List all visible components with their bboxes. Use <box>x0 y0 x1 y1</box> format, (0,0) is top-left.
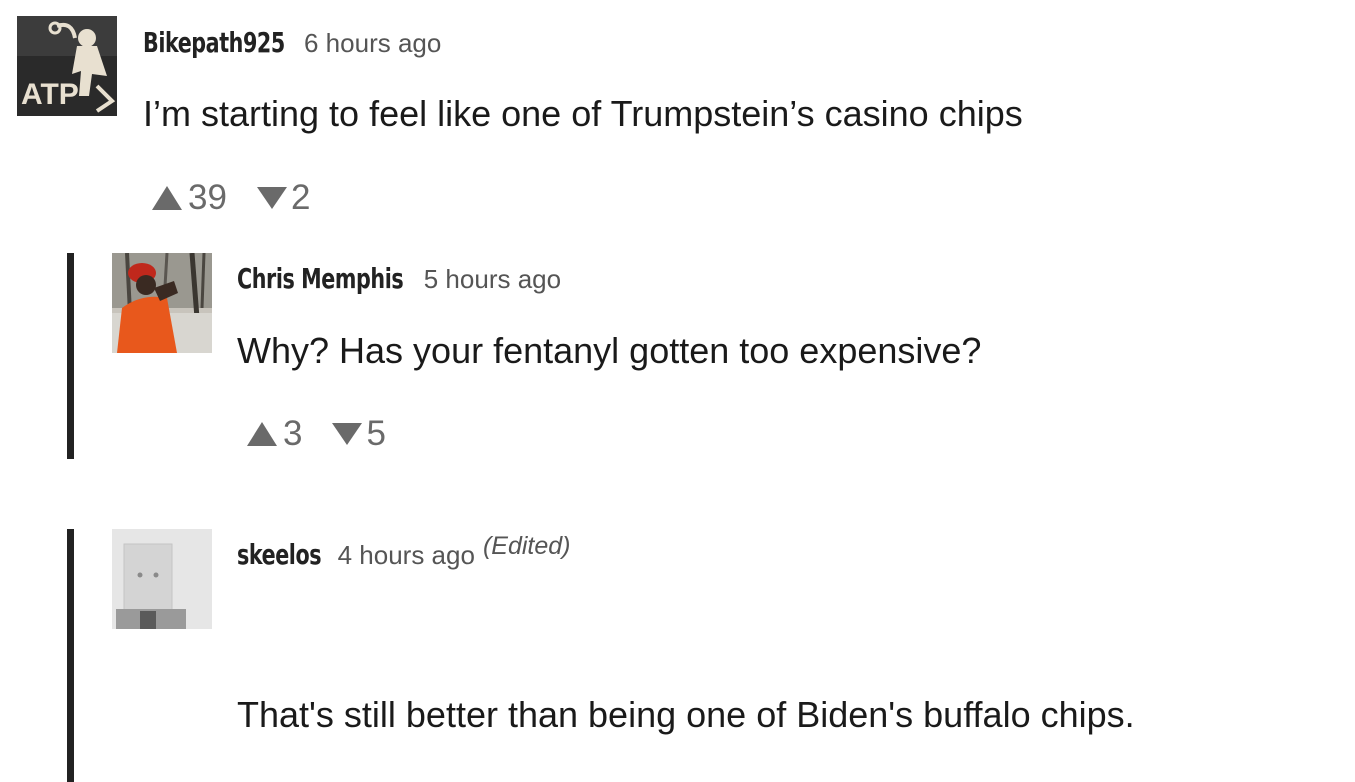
comment-body: I’m starting to feel like one of Trumpst… <box>143 93 1023 134</box>
comment-body: Why? Has your fentanyl gotten too expens… <box>237 330 982 371</box>
comment-author[interactable]: Chris Memphis <box>237 262 404 295</box>
comment-meta: skeelos 4 hours ago (Edited) <box>237 532 570 571</box>
comment-body: That's still better than being one of Bi… <box>237 694 1135 735</box>
downvote-count: 2 <box>290 178 311 217</box>
atp-logo-avatar-icon: ATP <box>17 16 117 116</box>
downvote-button[interactable]: 5 <box>332 414 386 454</box>
vote-controls: 39 2 <box>152 178 310 218</box>
paper-bag-head-avatar-icon <box>112 529 212 629</box>
thread-bar <box>67 529 74 782</box>
downvote-button[interactable]: 2 <box>256 178 311 218</box>
upvote-button[interactable]: 39 <box>152 178 227 218</box>
comment-author[interactable]: Bikepath925 <box>143 26 285 59</box>
upvote-count: 39 <box>188 178 227 217</box>
upvote-count: 3 <box>283 414 303 453</box>
comment-timestamp[interactable]: 5 hours ago <box>424 264 561 295</box>
avatar[interactable]: ATP <box>17 16 117 116</box>
comment-timestamp[interactable]: 4 hours ago <box>338 540 475 571</box>
comment-timestamp[interactable]: 6 hours ago <box>304 28 441 59</box>
hunter-photo-avatar-icon <box>112 253 212 353</box>
avatar[interactable] <box>112 253 212 353</box>
downvote-count: 5 <box>366 414 386 453</box>
thread-bar <box>67 253 74 459</box>
comment-meta: Chris Memphis 5 hours ago <box>237 262 561 295</box>
downvote-icon <box>332 423 363 445</box>
upvote-icon <box>247 422 277 446</box>
avatar[interactable] <box>112 529 212 629</box>
comment-author[interactable]: skeelos <box>237 538 322 571</box>
comment-meta: Bikepath925 6 hours ago <box>143 26 441 59</box>
upvote-button[interactable]: 3 <box>247 414 302 454</box>
edited-label: (Edited) <box>482 532 571 560</box>
vote-controls: 3 5 <box>247 414 386 454</box>
upvote-icon <box>152 186 182 210</box>
svg-text:ATP: ATP <box>21 78 79 111</box>
downvote-icon <box>256 187 287 209</box>
